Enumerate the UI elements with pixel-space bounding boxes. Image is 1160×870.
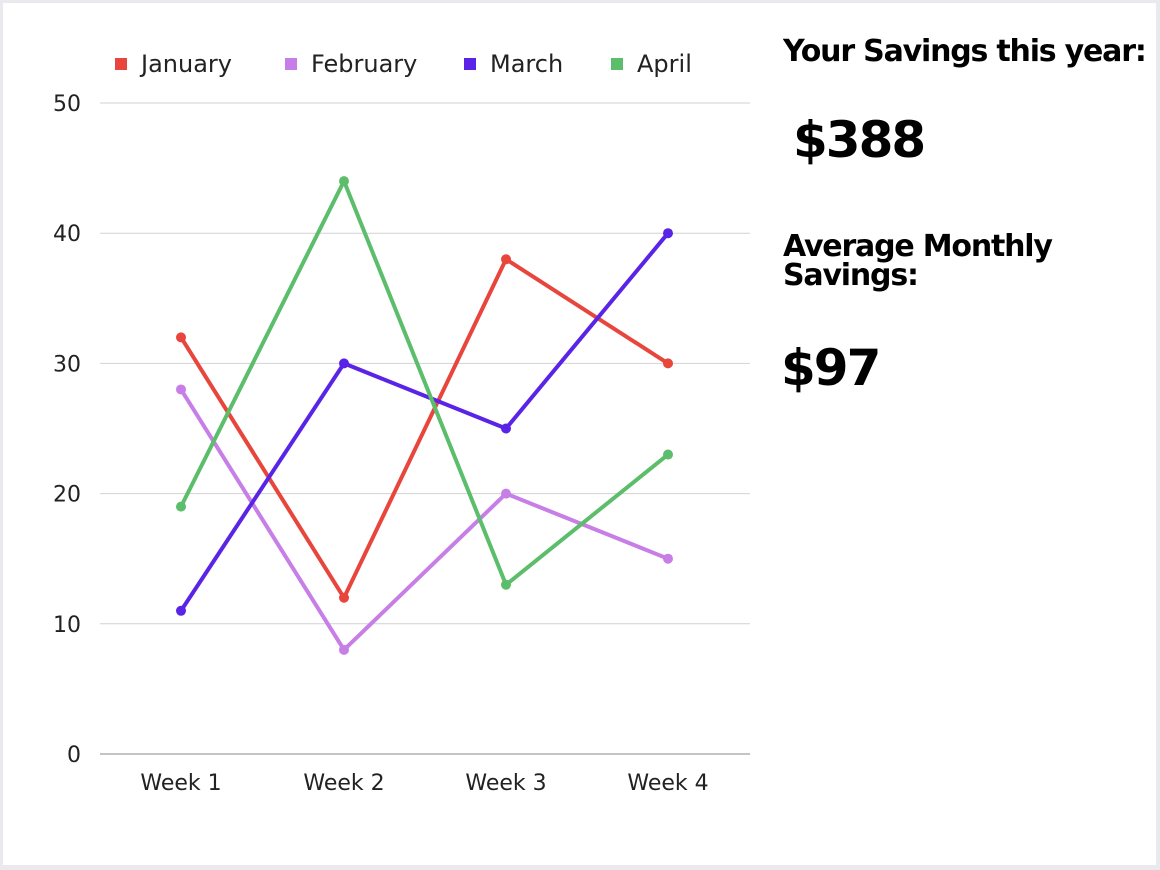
data-point-march <box>501 423 511 434</box>
average-savings-heading: Average Monthly Savings: <box>783 229 1053 293</box>
x-tick-label: Week 3 <box>465 771 546 796</box>
y-tick-label: 50 <box>53 92 81 117</box>
data-point-april <box>339 176 349 187</box>
data-point-february <box>663 553 673 564</box>
data-point-march <box>663 228 673 239</box>
series-line-april <box>179 179 670 587</box>
total-savings-value: $388 <box>793 111 926 169</box>
x-tick-label: Week 2 <box>303 771 384 796</box>
y-tick-label: 30 <box>53 352 81 377</box>
data-point-february <box>501 488 511 499</box>
data-point-april <box>663 449 673 460</box>
y-tick-label: 20 <box>53 483 81 508</box>
y-tick-label: 10 <box>53 613 81 638</box>
y-tick-label: 0 <box>67 743 81 768</box>
legend-label-march: March <box>490 50 563 78</box>
data-point-january <box>176 332 186 343</box>
data-point-march <box>176 605 186 616</box>
savings-line-chart: 0 10 20 30 40 50 Week 1 Week 2 Week 3 Week 4 Janu… <box>53 50 750 796</box>
series-lines <box>176 176 673 655</box>
legend-swatch-february <box>285 58 297 70</box>
series-line-march <box>179 231 670 612</box>
y-tick-label: 40 <box>53 222 81 247</box>
data-point-january <box>663 358 673 369</box>
legend-label-february: February <box>311 50 417 78</box>
legend: January February March April <box>115 50 692 78</box>
legend-label-april: April <box>637 50 692 78</box>
data-point-march <box>339 358 349 369</box>
legend-label-january: January <box>139 50 232 78</box>
legend-swatch-january <box>115 58 127 70</box>
data-point-february <box>339 644 349 655</box>
axes: 0 10 20 30 40 50 Week 1 Week 2 Week 3 Week 4 <box>53 92 750 796</box>
total-savings-heading: Your Savings this year: <box>783 34 1147 69</box>
data-point-january <box>501 254 511 265</box>
x-tick-label: Week 1 <box>140 771 221 796</box>
legend-swatch-april <box>611 58 623 70</box>
series-line-january <box>179 257 670 600</box>
data-point-february <box>176 384 186 395</box>
savings-card: 0 10 20 30 40 50 Week 1 Week 2 Week 3 Week 4 Janu… <box>3 3 1156 865</box>
legend-swatch-march <box>464 58 476 70</box>
data-point-january <box>339 592 349 603</box>
data-point-april <box>501 579 511 590</box>
data-point-april <box>176 501 186 512</box>
average-savings-value: $97 <box>781 339 881 397</box>
x-tick-label: Week 4 <box>627 771 708 796</box>
